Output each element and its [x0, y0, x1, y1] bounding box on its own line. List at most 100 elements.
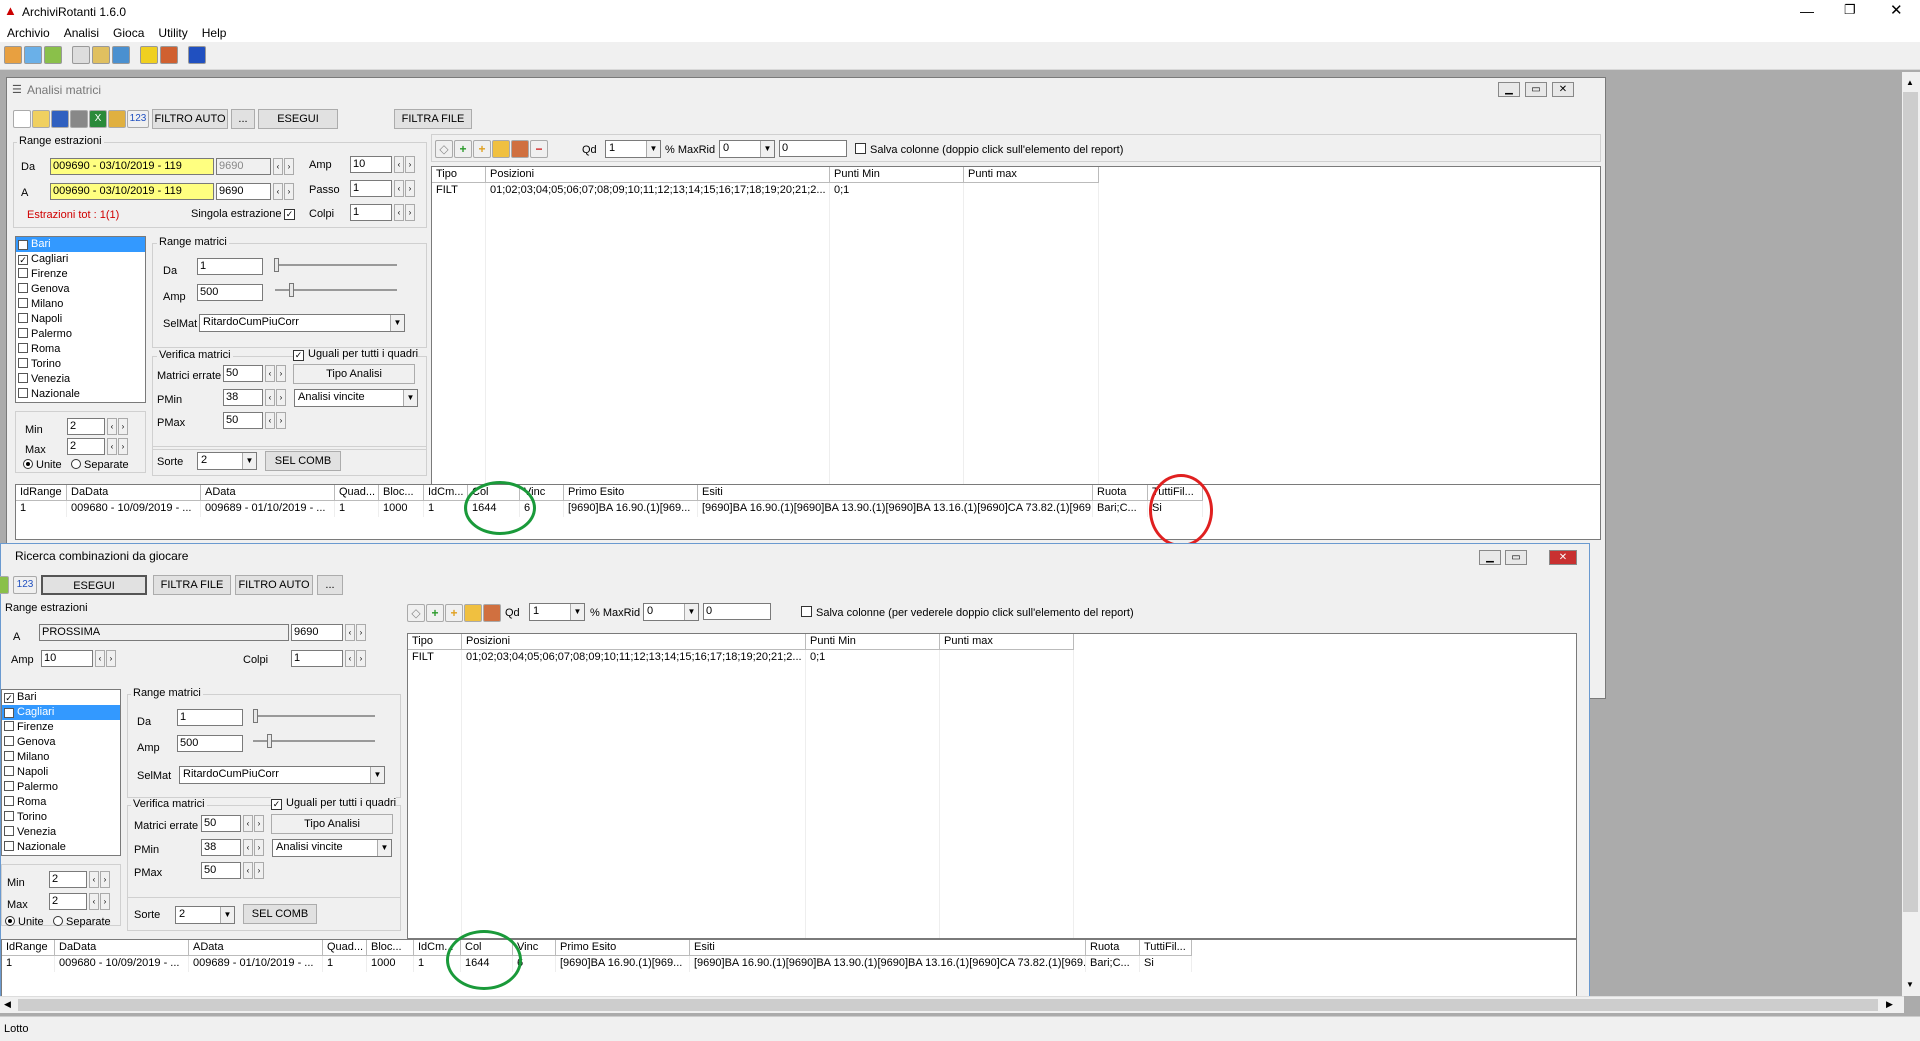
spin-up[interactable]: › [100, 893, 110, 910]
add-icon[interactable]: + [454, 140, 472, 158]
spin-up[interactable]: › [405, 156, 415, 173]
spin-up[interactable]: › [106, 650, 116, 667]
list-item[interactable]: Nazionale [2, 840, 120, 855]
sel-comb-button[interactable]: SEL COMB [243, 904, 317, 924]
list-item[interactable]: Milano [16, 297, 145, 312]
add-icon[interactable]: + [426, 604, 444, 622]
list-item[interactable]: Torino [2, 810, 120, 825]
da-date-field[interactable]: 009690 - 03/10/2019 - 119 [50, 158, 214, 175]
ruote-list[interactable]: ✓ Bari ✓ Cagliari Firenze Genova Milano Na… [1, 689, 121, 856]
pmin-field[interactable]: 38 [223, 389, 263, 406]
column-header[interactable]: Tipo [408, 634, 462, 650]
spin-down[interactable]: ‹ [394, 156, 404, 173]
tools-icon[interactable] [483, 604, 501, 622]
menu-analisi[interactable]: Analisi [57, 24, 106, 42]
matrici-da-field[interactable]: 1 [177, 709, 243, 726]
slider-thumb[interactable] [267, 734, 272, 748]
pmax-field[interactable]: 50 [201, 862, 241, 879]
spin-up[interactable]: › [284, 183, 294, 200]
numbers-icon[interactable]: 123 [13, 576, 37, 594]
list-item[interactable]: Genova [16, 282, 145, 297]
sel-comb-button[interactable]: SEL COMB [265, 451, 341, 471]
maximize-button[interactable]: ▭ [1525, 82, 1547, 97]
uguali-checkbox[interactable]: ✓ Uguali per tutti i quadri [293, 348, 419, 361]
result-grid[interactable]: IdRange DaData AData Quad... Bloc... IdC… [1, 939, 1577, 997]
list-item[interactable]: Milano [2, 750, 120, 765]
help-icon[interactable] [188, 46, 206, 64]
column-header[interactable]: Quad... [335, 485, 379, 501]
uguali-checkbox[interactable]: ✓ Uguali per tutti i quadri [271, 797, 397, 810]
menu-help[interactable]: Help [195, 24, 234, 42]
minimize-icon[interactable]: — [1800, 3, 1814, 19]
filter-grid[interactable]: Tipo Posizioni Punti Min Punti max FILT … [407, 633, 1577, 939]
list-item[interactable]: ✓ Bari [16, 237, 145, 252]
maxrid-select[interactable]: 0 ▼ [719, 140, 775, 158]
spin-down[interactable]: ‹ [243, 815, 253, 832]
spin-up[interactable]: › [284, 158, 294, 175]
mdi-vertical-scrollbar[interactable]: ▲ ▼ [1902, 72, 1920, 996]
matrici-amp-field[interactable]: 500 [177, 735, 243, 752]
da-slider[interactable] [253, 715, 375, 717]
filtra-file-button[interactable]: FILTRA FILE [394, 109, 472, 129]
passo-field[interactable]: 1 [350, 180, 392, 197]
add-special-icon[interactable]: + [473, 140, 491, 158]
qd-select[interactable]: 1 ▼ [605, 140, 661, 158]
save-icon[interactable] [51, 110, 69, 128]
sorte-select[interactable]: 2 ▼ [197, 452, 257, 470]
archive-icon[interactable] [4, 46, 22, 64]
salva-colonne-checkbox[interactable]: Salva colonne (per vederele doppio click… [801, 606, 1134, 619]
list-item[interactable]: Firenze [2, 720, 120, 735]
list-item[interactable]: Genova [2, 735, 120, 750]
errate-field[interactable]: 50 [223, 365, 263, 382]
spin-up[interactable]: › [356, 624, 366, 641]
selmat-select[interactable]: RitardoCumPiuCorr ▼ [179, 766, 385, 784]
spin-down[interactable]: ‹ [89, 871, 99, 888]
filtro-auto-button[interactable]: FILTRO AUTO [235, 575, 313, 595]
maximize-button[interactable]: ▭ [1505, 550, 1527, 565]
column-header[interactable]: Tipo [432, 167, 486, 183]
globe-icon[interactable] [112, 46, 130, 64]
spin-up[interactable]: › [405, 204, 415, 221]
list-item[interactable]: Venezia [16, 372, 145, 387]
column-header[interactable]: Esiti [690, 940, 1086, 956]
spin-up[interactable]: › [276, 365, 286, 382]
spin-up[interactable]: › [276, 412, 286, 429]
mdi-horizontal-scrollbar[interactable]: ◀ ▶ [0, 996, 1904, 1013]
report-icon[interactable] [464, 604, 482, 622]
close-button[interactable]: ✕ [1549, 550, 1577, 565]
slider-thumb[interactable] [274, 258, 279, 272]
extra-field[interactable]: 0 [779, 140, 847, 157]
spin-down[interactable]: ‹ [345, 624, 355, 641]
close-button[interactable]: ✕ [1552, 82, 1574, 97]
menu-utility[interactable]: Utility [151, 24, 194, 42]
analisi-select[interactable]: Analisi vincite ▼ [294, 389, 418, 407]
spin-down[interactable]: ‹ [345, 650, 355, 667]
amp-field[interactable]: 10 [350, 156, 392, 173]
colpi-field[interactable]: 1 [291, 650, 343, 667]
min-field[interactable]: 2 [67, 418, 105, 435]
spin-down[interactable]: ‹ [89, 893, 99, 910]
amp-field[interactable]: 10 [41, 650, 93, 667]
pmin-field[interactable]: 38 [201, 839, 241, 856]
spin-up[interactable]: › [276, 389, 286, 406]
filtro-auto-button[interactable]: FILTRO AUTO [152, 109, 228, 129]
spin-down[interactable]: ‹ [95, 650, 105, 667]
close-icon[interactable]: ✕ [1890, 1, 1903, 19]
column-header[interactable]: TuttiFil... [1140, 940, 1192, 956]
spin-down[interactable]: ‹ [265, 412, 275, 429]
spin-down[interactable]: ‹ [394, 204, 404, 221]
spin-down[interactable]: ‹ [243, 839, 253, 856]
list-item[interactable]: ✓ Cagliari [2, 705, 120, 720]
refresh-icon[interactable] [44, 46, 62, 64]
maxrid-select[interactable]: 0 ▼ [643, 603, 699, 621]
list-item[interactable]: Torino [16, 357, 145, 372]
spin-up[interactable]: › [254, 862, 264, 879]
numbers-icon[interactable]: 123 [127, 110, 149, 128]
max-field[interactable]: 2 [49, 893, 87, 910]
filter-grid[interactable]: Tipo Posizioni Punti Min Punti max FILT … [431, 166, 1601, 492]
report-icon[interactable] [492, 140, 510, 158]
spin-down[interactable]: ‹ [273, 158, 283, 175]
grid-icon[interactable] [24, 46, 42, 64]
menu-gioca[interactable]: Gioca [106, 24, 151, 42]
qd-select[interactable]: 1 ▼ [529, 603, 585, 621]
